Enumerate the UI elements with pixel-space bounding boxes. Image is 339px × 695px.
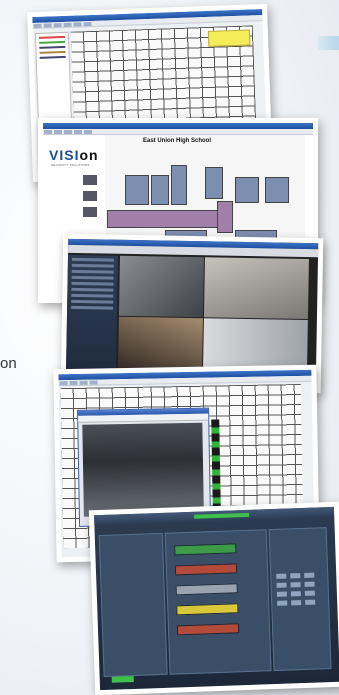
camera-feed-waiting-area [118, 255, 204, 318]
decorative-accent-bar [318, 36, 339, 50]
console-dialpad-panel [268, 527, 332, 672]
vision-logo: VISIon [49, 147, 99, 163]
security-console-screenshot [94, 506, 339, 691]
console-green-button [111, 675, 134, 683]
vision-logo-tagline: SECURITY SOLUTIONS [51, 163, 90, 167]
console-tile-panel [164, 529, 272, 675]
camera-feed-lobby [203, 257, 309, 320]
console-keypad [276, 572, 316, 606]
console-tree-panel [98, 532, 168, 678]
partial-caption-text: on [0, 355, 17, 372]
security-console-card[interactable] [88, 501, 339, 695]
sidebar-buttons [83, 175, 97, 217]
school-title: East Union High School [143, 138, 212, 144]
camera-video-frame [82, 422, 204, 517]
camera-list-sidebar [65, 254, 118, 385]
green-status-column [211, 419, 221, 510]
yellow-note [207, 29, 251, 47]
